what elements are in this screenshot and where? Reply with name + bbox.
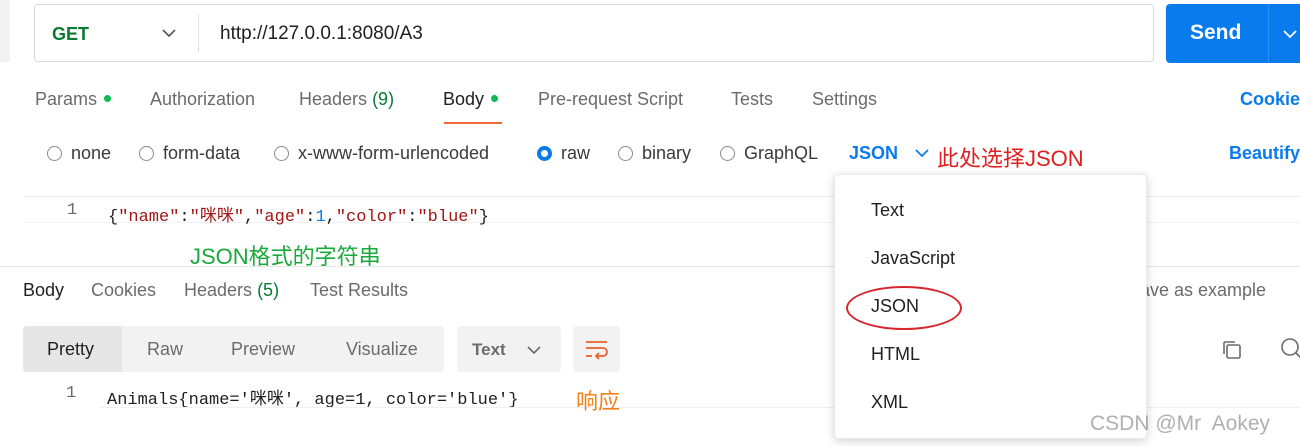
chevron-down-icon[interactable] [914,145,930,161]
copy-icon[interactable] [1220,338,1244,362]
dropdown-option-html[interactable]: HTML [871,344,920,365]
send-divider [1268,4,1269,63]
response-tab-test-results[interactable]: Test Results [310,280,408,301]
view-pretty-button[interactable]: Pretty [47,339,94,360]
dropdown-option-text[interactable]: Text [871,200,904,221]
tab-body[interactable]: Body [443,89,499,110]
response-format-label[interactable]: Text [472,340,506,360]
radio-binary[interactable]: binary [618,143,691,164]
tab-pre-request-script[interactable]: Pre-request Script [538,89,683,110]
radio-icon[interactable] [274,146,289,161]
tab-params[interactable]: Params [35,89,112,110]
radio-graphql[interactable]: GraphQL [720,143,818,164]
radio-selected-icon[interactable] [537,146,552,161]
chevron-down-icon[interactable] [1282,26,1298,42]
line-number: 1 [66,384,77,403]
response-tab-body[interactable]: Body [23,280,64,301]
radio-icon[interactable] [720,146,735,161]
dropdown-option-javascript[interactable]: JavaScript [871,248,955,269]
save-as-example-link[interactable]: ave as example [1140,280,1266,301]
send-button-label[interactable]: Send [1190,21,1241,45]
cookies-link[interactable]: Cookie [1240,89,1300,110]
radio-x-www-form-urlencoded[interactable]: x-www-form-urlencoded [274,143,489,164]
annotation-select-json: 此处选择JSON [937,146,1084,171]
chevron-down-icon[interactable] [526,342,542,358]
status-dot [104,95,112,102]
tab-settings[interactable]: Settings [812,89,877,110]
radio-icon[interactable] [618,146,633,161]
chevron-down-icon[interactable] [160,24,178,42]
wrap-lines-icon [586,341,608,360]
url-bar [34,4,1154,62]
dropdown-option-xml[interactable]: XML [871,392,908,413]
watermark: CSDN @Mr Aokey [1090,412,1271,435]
view-raw-button[interactable]: Raw [147,339,183,360]
active-tab-indicator [444,122,502,124]
tab-headers[interactable]: Headers (9) [299,89,394,110]
line-number: 1 [67,201,78,220]
response-tab-headers[interactable]: Headers (5) [184,280,279,301]
radio-icon[interactable] [139,146,154,161]
tab-tests[interactable]: Tests [731,89,773,110]
radio-raw[interactable]: raw [537,143,590,164]
status-dot [491,95,499,102]
wrap-lines-button[interactable] [573,326,620,372]
left-edge-strip [0,0,10,62]
beautify-link[interactable]: Beautify [1229,143,1300,164]
tab-authorization[interactable]: Authorization [150,89,255,110]
search-icon[interactable] [1280,337,1300,361]
raw-format-select[interactable]: JSON [849,143,898,164]
radio-form-data[interactable]: form-data [139,143,240,164]
view-preview-button[interactable]: Preview [231,339,295,360]
request-body-code[interactable]: {"name":"咪咪","age":1,"color":"blue"} [108,201,489,227]
annotation-circle [846,286,962,330]
radio-none[interactable]: none [47,143,111,164]
annotation-response: 响应 [576,389,621,414]
view-visualize-button[interactable]: Visualize [346,339,418,360]
url-divider [198,14,199,52]
response-tab-cookies[interactable]: Cookies [91,280,156,301]
url-input[interactable]: http://127.0.0.1:8080/A3 [220,23,423,45]
radio-icon[interactable] [47,146,62,161]
http-method-select[interactable]: GET [52,24,89,45]
